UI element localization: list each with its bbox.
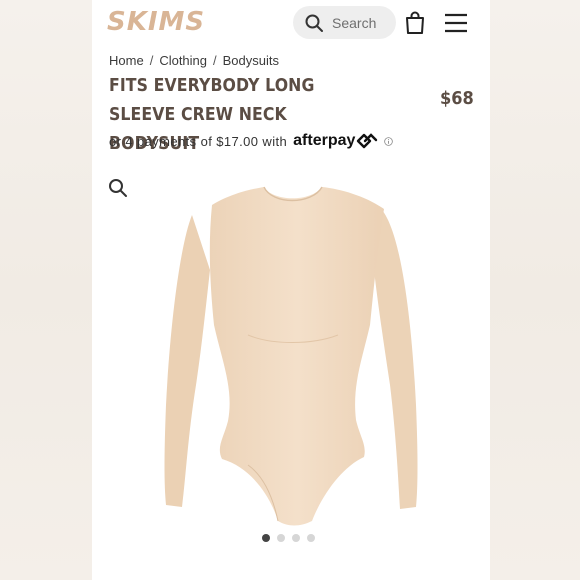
- product-page: SKIMS Search Home / Clothing / Bodysuits FIT…: [92, 0, 490, 580]
- shopping-bag-icon[interactable]: [404, 11, 426, 35]
- breadcrumb-home[interactable]: Home: [109, 53, 144, 68]
- brand-logo[interactable]: SKIMS: [107, 7, 205, 37]
- search-icon: [305, 14, 323, 32]
- afterpay-logo: afterpay: [293, 132, 356, 149]
- gallery-dot-4[interactable]: [307, 534, 315, 542]
- product-price: $68: [440, 88, 474, 109]
- menu-icon[interactable]: [444, 13, 468, 33]
- breadcrumb-separator: /: [213, 53, 217, 68]
- afterpay-arrows-icon: [357, 133, 378, 149]
- search-button[interactable]: Search: [293, 6, 396, 39]
- product-image[interactable]: [152, 175, 432, 535]
- info-icon[interactable]: [384, 136, 394, 146]
- installment-info: or 4 payments of $17.00 with afterpay: [109, 132, 394, 150]
- search-label: Search: [332, 14, 377, 31]
- gallery-dot-2[interactable]: [277, 534, 285, 542]
- gallery-dot-1[interactable]: [262, 534, 270, 542]
- gallery-pagination: [262, 534, 315, 542]
- zoom-icon[interactable]: [108, 178, 128, 198]
- breadcrumb-clothing[interactable]: Clothing: [159, 53, 207, 68]
- background-left: [0, 0, 92, 580]
- gallery-dot-3[interactable]: [292, 534, 300, 542]
- breadcrumb-bodysuits[interactable]: Bodysuits: [223, 53, 279, 68]
- breadcrumb: Home / Clothing / Bodysuits: [109, 53, 279, 68]
- background-right: [490, 0, 580, 580]
- breadcrumb-separator: /: [149, 53, 154, 68]
- installment-text: or 4 payments of $17.00 with: [109, 133, 288, 149]
